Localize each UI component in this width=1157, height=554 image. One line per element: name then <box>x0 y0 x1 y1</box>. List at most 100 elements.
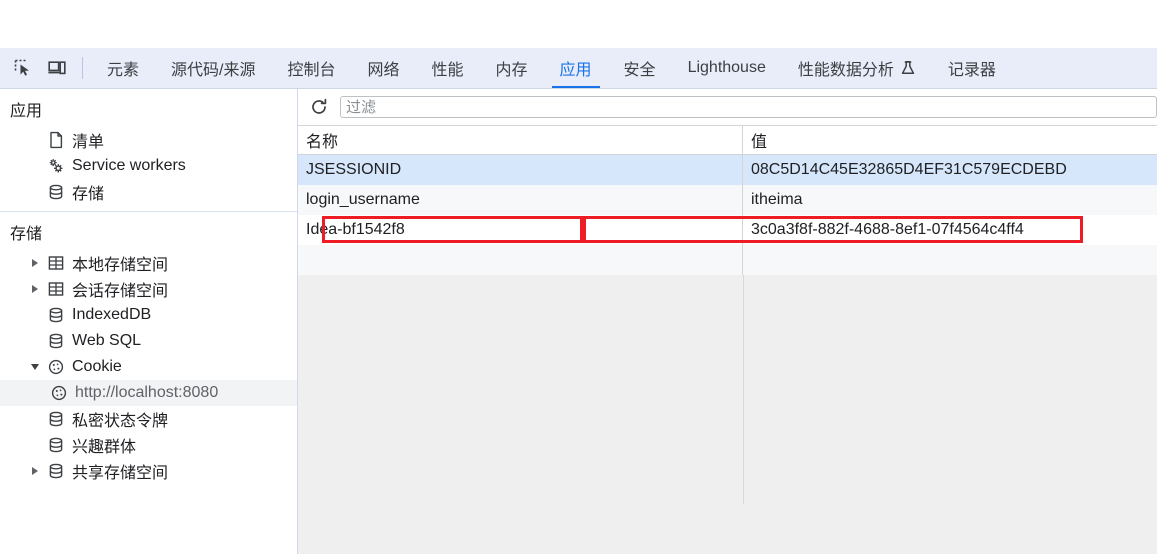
tab-application[interactable]: 应用 <box>544 48 608 88</box>
tab-label: 性能数据分析 <box>797 62 894 79</box>
cookies-panel: 名称 值 JSESSIONID 08C5D14C45E32865D4EF31C5… <box>298 89 1157 554</box>
tab-elements[interactable]: 元素 <box>91 48 155 88</box>
filter-input[interactable] <box>340 96 1157 118</box>
tab-performance-insights[interactable]: 性能数据分析 <box>782 48 932 88</box>
cookies-table: 名称 值 JSESSIONID 08C5D14C45E32865D4EF31C5… <box>298 126 1157 504</box>
cookies-toolbar <box>298 89 1157 126</box>
cell-name: JSESSIONID <box>298 155 743 185</box>
cell-name: Idea-bf1542f8 <box>298 215 743 245</box>
twisty-placeholder <box>30 187 40 197</box>
toolbar-separator <box>82 57 83 79</box>
column-header-label: 值 <box>751 134 768 151</box>
tab-label: Lighthouse <box>687 59 766 76</box>
devtools-window: 元素 源代码/来源 控制台 网络 性能 内存 应用 安全 Lighthouse … <box>0 48 1157 554</box>
tab-label: 源代码/来源 <box>171 62 256 79</box>
document-icon <box>50 131 63 149</box>
table-icon <box>48 256 64 270</box>
sidebar-item-manifest[interactable]: 清单 <box>0 127 297 153</box>
devtools-tabbar: 元素 源代码/来源 控制台 网络 性能 内存 应用 安全 Lighthouse … <box>0 48 1157 89</box>
tab-console[interactable]: 控制台 <box>271 48 351 88</box>
tab-memory[interactable]: 内存 <box>480 48 544 88</box>
devtools-body: 应用 清单 Service workers 存储 存储 本地存储空间 会话存储空… <box>0 89 1157 554</box>
twisty-placeholder <box>30 310 40 320</box>
sidebar-item-web-sql[interactable]: Web SQL <box>0 328 297 354</box>
device-toolbar-button[interactable] <box>40 51 74 85</box>
tab-label: 元素 <box>107 62 140 79</box>
twisty-placeholder <box>30 161 40 171</box>
page-viewport <box>0 0 1157 48</box>
tab-sources[interactable]: 源代码/来源 <box>155 48 271 88</box>
twisty-placeholder <box>30 135 40 145</box>
chevron-right-icon[interactable] <box>30 466 40 476</box>
database-icon <box>49 184 63 200</box>
sidebar-item-label: Cookie <box>72 358 122 375</box>
cell-value: 3c0a3f8f-882f-4688-8ef1-07f4564c4ff4 <box>751 221 1024 238</box>
sidebar-group-title-storage: 存储 <box>10 226 43 243</box>
column-header-value[interactable]: 值 <box>743 126 1157 154</box>
inspect-element-button[interactable] <box>6 51 40 85</box>
tab-performance[interactable]: 性能 <box>416 48 480 88</box>
tab-label: 内存 <box>495 62 528 79</box>
database-icon <box>49 437 63 453</box>
gears-icon <box>49 159 63 173</box>
sidebar-item-cookie-localhost-8080[interactable]: http://localhost:8080 <box>0 380 297 406</box>
chevron-right-icon[interactable] <box>30 284 40 294</box>
sidebar-group-storage: 存储 本地存储空间 会话存储空间 IndexedDB Web SQL Cooki… <box>0 212 297 490</box>
refresh-button[interactable] <box>306 94 332 120</box>
tab-lighthouse[interactable]: Lighthouse <box>672 48 782 88</box>
database-icon <box>49 463 63 479</box>
sidebar-item-session-storage[interactable]: 会话存储空间 <box>0 276 297 302</box>
sidebar-item-label: 共享存储空间 <box>72 465 169 482</box>
chevron-down-icon[interactable] <box>30 362 40 372</box>
table-empty-area <box>298 275 1157 504</box>
table-filler-row <box>298 245 1157 275</box>
tab-label: 安全 <box>623 62 656 79</box>
column-divider[interactable] <box>743 275 744 504</box>
column-header-name[interactable]: 名称 <box>298 126 743 154</box>
refresh-icon <box>312 98 327 114</box>
sidebar-item-label: Service workers <box>72 157 186 174</box>
flask-icon <box>901 61 915 74</box>
cookie-icon <box>48 359 64 375</box>
sidebar-item-cookie[interactable]: Cookie <box>0 354 297 380</box>
sidebar-item-local-storage[interactable]: 本地存储空间 <box>0 250 297 276</box>
tab-recorder[interactable]: 记录器 <box>932 48 1012 88</box>
tab-label: 应用 <box>559 62 592 79</box>
column-header-label: 名称 <box>306 134 339 151</box>
inspect-element-icon <box>14 59 29 76</box>
sidebar-group-application: 应用 清单 Service workers 存储 <box>0 89 297 212</box>
sidebar-item-label: 存储 <box>72 186 105 203</box>
chevron-right-icon[interactable] <box>30 258 40 268</box>
twisty-placeholder <box>30 440 40 450</box>
filler-cell-name <box>298 245 743 275</box>
sidebar-item-label: IndexedDB <box>72 306 152 323</box>
devtools-screenshot: 元素 源代码/来源 控制台 网络 性能 内存 应用 安全 Lighthouse … <box>0 0 1157 554</box>
sidebar-item-label: Web SQL <box>72 332 142 349</box>
sidebar-item-label: 私密状态令牌 <box>72 413 169 430</box>
sidebar-item-label: 本地存储空间 <box>72 257 169 274</box>
sidebar-item-label: 会话存储空间 <box>72 283 169 300</box>
device-toolbar-icon <box>48 61 66 75</box>
cell-name: login_username <box>298 185 743 215</box>
twisty-placeholder <box>30 336 40 346</box>
table-row[interactable]: login_username itheima <box>298 185 1157 215</box>
sidebar-item-label: 兴趣群体 <box>72 439 137 456</box>
database-icon <box>49 411 63 427</box>
tab-network[interactable]: 网络 <box>351 48 415 88</box>
tab-label: 性能 <box>431 62 464 79</box>
sidebar-item-label: 清单 <box>72 134 105 151</box>
database-icon <box>49 333 63 349</box>
table-header-row: 名称 值 <box>298 126 1157 155</box>
table-icon <box>48 282 64 296</box>
sidebar-item-private-state-tokens[interactable]: 私密状态令牌 <box>0 406 297 432</box>
tab-label: 记录器 <box>947 62 996 79</box>
table-row[interactable]: Idea-bf1542f8 3c0a3f8f-882f-4688-8ef1-07… <box>298 215 1157 245</box>
table-row[interactable]: JSESSIONID 08C5D14C45E32865D4EF31C579ECD… <box>298 155 1157 185</box>
sidebar-item-interest-groups[interactable]: 兴趣群体 <box>0 432 297 458</box>
sidebar-item-service-workers[interactable]: Service workers <box>0 153 297 179</box>
cell-value: 08C5D14C45E32865D4EF31C579ECDEBD <box>751 161 1067 178</box>
sidebar-item-storage[interactable]: 存储 <box>0 179 297 205</box>
sidebar-item-shared-storage[interactable]: 共享存储空间 <box>0 458 297 484</box>
sidebar-item-indexeddb[interactable]: IndexedDB <box>0 302 297 328</box>
tab-security[interactable]: 安全 <box>608 48 672 88</box>
